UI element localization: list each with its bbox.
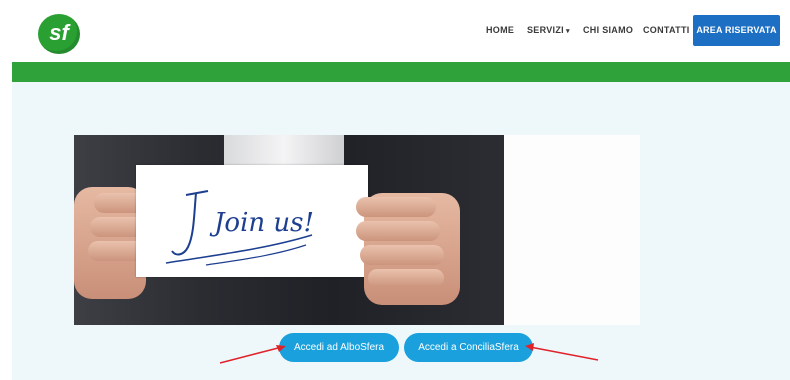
- red-arrow-icon: [219, 345, 286, 364]
- annotation-arrows: [219, 343, 599, 364]
- red-arrow-icon: [525, 343, 599, 361]
